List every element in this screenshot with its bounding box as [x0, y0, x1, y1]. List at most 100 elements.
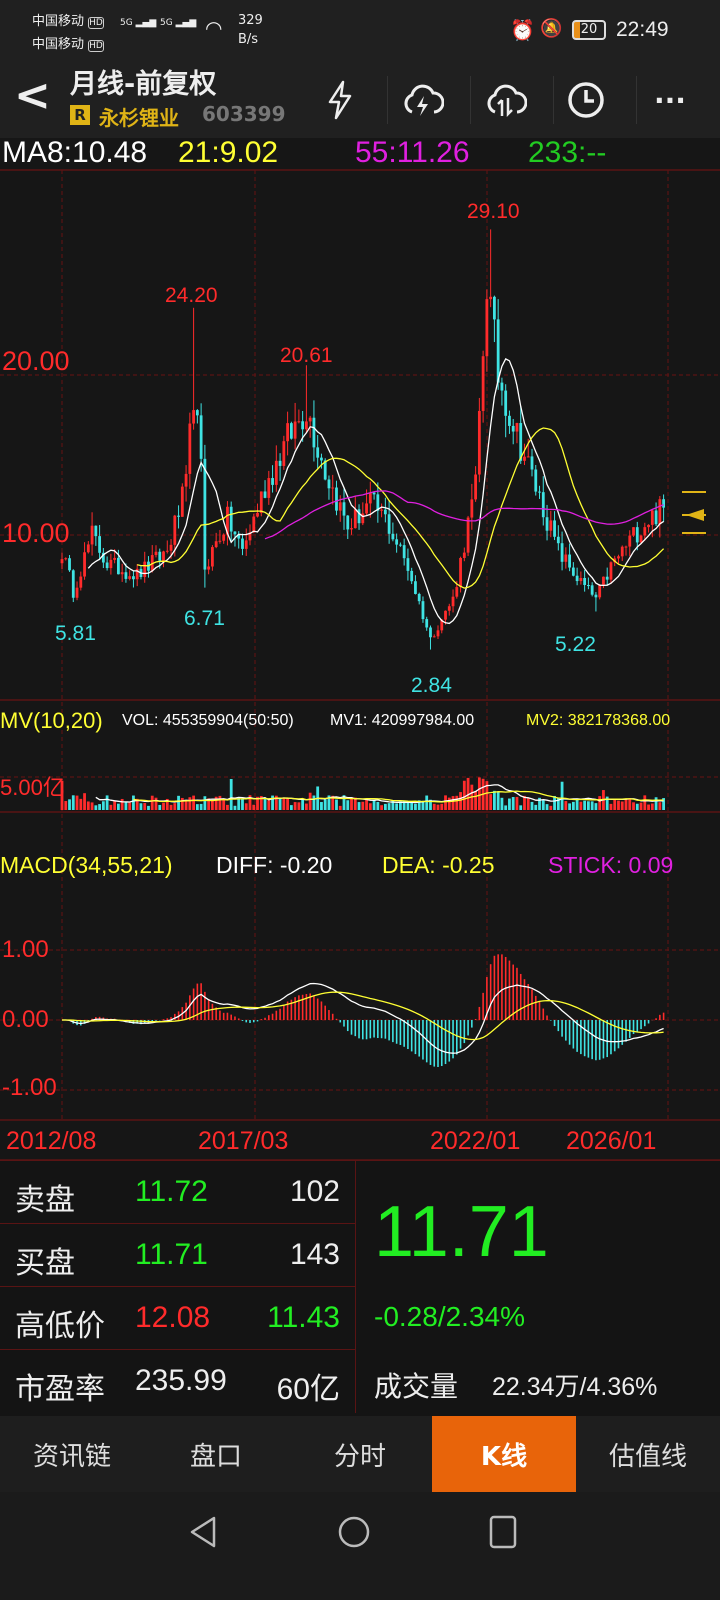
tab-order-book[interactable]: 盘口 [144, 1416, 288, 1492]
volume-bar [387, 803, 391, 810]
volume-bar [312, 795, 316, 810]
volume-bar [459, 792, 462, 810]
high-label: 20.61 [280, 344, 333, 367]
volume-bar [372, 800, 376, 810]
volume-bar [571, 801, 575, 810]
volume-bar [211, 800, 214, 810]
candle-body [496, 319, 500, 383]
tab-valuation[interactable]: 估值线 [576, 1416, 720, 1492]
candle-body [75, 587, 79, 598]
volume-bar [305, 803, 308, 810]
macd-title: MACD(34,55,21) [0, 852, 173, 878]
pe-label: 市盈率 [15, 1373, 105, 1406]
candle-body [417, 593, 421, 602]
sell-price: 11.72 [135, 1175, 208, 1208]
candle-body [263, 491, 267, 498]
candle-body [368, 492, 372, 504]
volume-bar [383, 803, 387, 810]
candle-body [402, 545, 406, 559]
kline-chart[interactable] [0, 0, 720, 1160]
candle-body [387, 514, 391, 534]
candle-body [571, 567, 575, 576]
candle-body [444, 610, 447, 620]
price-axis-10: 10.00 [2, 518, 70, 548]
candle-body [414, 581, 417, 594]
candle-body [244, 540, 248, 549]
candle-body [64, 558, 68, 560]
sell-row[interactable]: 卖盘 11.72 102 [0, 1161, 356, 1224]
candle-body [481, 356, 485, 411]
candle-body [342, 502, 346, 516]
candle-body [109, 559, 113, 569]
price-arrow-icon [686, 509, 704, 521]
mv1-value: MV1: 420997984.00 [330, 712, 475, 729]
candle-body [380, 509, 383, 511]
candle-body [350, 528, 353, 530]
buy-row[interactable]: 买盘 11.71 143 [0, 1224, 356, 1287]
volume-bar [244, 803, 248, 810]
tab-news-chain[interactable]: 资讯链 [0, 1416, 144, 1492]
volume-bar [199, 803, 203, 810]
day-low: 11.43 [267, 1301, 340, 1334]
recents-nav-icon[interactable] [488, 1514, 518, 1552]
price-change: -0.28/2.34% [374, 1301, 525, 1332]
volume-bar [335, 799, 338, 810]
volume-bar [553, 795, 556, 810]
candle-body [60, 559, 64, 564]
home-nav-icon[interactable] [336, 1514, 372, 1550]
candle-body [590, 585, 594, 595]
candle-body [132, 576, 135, 580]
pe-value: 235.99 [135, 1364, 227, 1397]
volume-bar [162, 802, 165, 810]
volume-bar [120, 798, 124, 810]
volume-bar [361, 801, 365, 810]
candle-body [541, 492, 545, 518]
volume-label: 成交量 [374, 1371, 459, 1402]
volume-bar [357, 802, 361, 810]
candle-body [436, 630, 440, 637]
volume-bar [406, 801, 410, 810]
candle-body [583, 578, 587, 586]
low-label: 6.71 [184, 607, 225, 630]
volume-bar [658, 802, 662, 810]
candle-body [605, 576, 609, 580]
macd-axis-0: 0.00 [2, 1006, 49, 1033]
sell-qty: 102 [289, 1175, 340, 1208]
candle-body [459, 557, 462, 588]
volume-bar [519, 805, 523, 810]
candle-body [477, 410, 481, 475]
candle-body [425, 619, 429, 628]
volume-bar [462, 780, 466, 810]
candle-body [259, 491, 263, 513]
volume-bar [590, 801, 594, 810]
volume-bar [90, 802, 94, 810]
last-price: 11.71 [374, 1192, 549, 1272]
back-nav-icon[interactable] [186, 1514, 220, 1550]
candle-body [526, 456, 530, 458]
volume-bar [493, 790, 496, 810]
candle-body [335, 487, 338, 511]
price-axis-20: 20.00 [2, 346, 70, 376]
candle-body [180, 486, 184, 517]
tab-kline[interactable]: K线 [432, 1416, 576, 1492]
candle-body [594, 594, 598, 598]
volume-bar [301, 798, 305, 810]
volume-bar [628, 798, 632, 810]
volume-bar [560, 781, 564, 810]
volume-bar [639, 802, 643, 810]
pe-row: 市盈率 235.99 60亿 [0, 1350, 356, 1413]
volume-bar [188, 797, 192, 810]
candle-body [173, 515, 177, 545]
candle-body [331, 487, 335, 489]
volume-bar [477, 777, 481, 810]
candle-body [632, 527, 635, 536]
tab-intraday[interactable]: 分时 [288, 1416, 432, 1492]
candle-body [293, 421, 297, 439]
volume-bar [64, 801, 68, 810]
ma55-value: 55:11.26 [355, 136, 470, 169]
volume-bar [624, 799, 628, 810]
volume-bar [289, 805, 293, 810]
volume-bar [583, 800, 587, 810]
candle-body [549, 520, 553, 531]
candle-body [639, 535, 643, 543]
